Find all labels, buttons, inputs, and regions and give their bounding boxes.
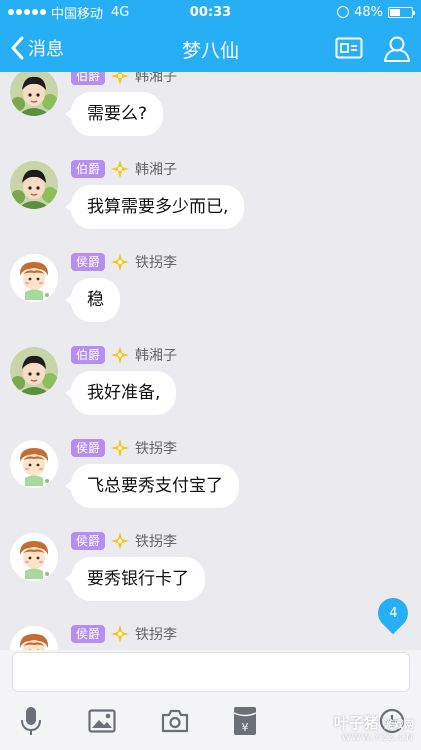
camera-button[interactable]: [157, 705, 193, 737]
avatar[interactable]: [10, 72, 58, 116]
diamond-star-icon: [111, 346, 130, 364]
diamond-star-icon: [111, 532, 130, 550]
rank-badge: 伯爵: [71, 160, 106, 178]
avatar[interactable]: [10, 161, 58, 209]
sender-name: 韩湘子: [135, 348, 178, 364]
message-meta: 伯爵 韩湘子: [71, 72, 177, 86]
image-icon: [88, 709, 116, 733]
id-card-icon: [335, 37, 363, 59]
image-button[interactable]: [84, 705, 120, 737]
chevron-left-icon: [11, 36, 24, 60]
diamond-star-icon: [111, 253, 130, 271]
message-meta: 侯爵 铁拐李: [71, 438, 177, 458]
rank-badge: 侯爵: [71, 532, 106, 550]
sender-name: 韩湘子: [135, 162, 178, 178]
diamond-star-icon: [111, 72, 130, 85]
message-item: 侯爵 铁拐李 飞总要秀支付宝了: [0, 438, 421, 524]
rank-badge: 伯爵: [71, 72, 106, 85]
signal-icon: [8, 9, 46, 15]
sender-name: 铁拐李: [135, 255, 178, 271]
message-bubble[interactable]: 要秀银行卡了: [65, 557, 205, 601]
message-item: 侯爵 铁拐李 要秀银行卡了: [0, 531, 421, 617]
red-packet-icon: ¥: [233, 707, 257, 735]
watermark-sub: 游戏网: [384, 720, 414, 731]
rank-badge: 伯爵: [71, 346, 106, 364]
site-watermark: 叶子猪 游戏网 WWW.YZZ.CN: [302, 712, 414, 748]
person-icon: [384, 36, 410, 62]
message-meta: 伯爵 韩湘子: [71, 345, 177, 365]
back-label: 消息: [28, 39, 64, 60]
red-packet-button[interactable]: ¥: [227, 705, 263, 737]
microphone-icon: [21, 707, 41, 735]
message-input[interactable]: [12, 652, 410, 692]
navbar: 消息 梦八仙: [0, 24, 421, 72]
message-meta: 侯爵 铁拐李: [71, 252, 177, 272]
diamond-star-icon: [111, 160, 130, 178]
message-bubble[interactable]: 我好准备,: [64, 371, 177, 415]
avatar[interactable]: [10, 254, 58, 302]
rank-badge: 侯爵: [71, 253, 106, 271]
carrier-label: 中国移动: [51, 6, 104, 22]
camera-icon: [161, 709, 189, 733]
rank-badge: 侯爵: [71, 439, 106, 457]
rank-badge: 侯爵: [71, 625, 106, 643]
header: 中国移动 4G 00:33 48% 消息 梦八仙: [0, 0, 421, 72]
microphone-button[interactable]: [13, 705, 49, 737]
status-bar: 中国移动 4G 00:33 48%: [0, 0, 421, 24]
message-bubble[interactable]: 飞总要秀支付宝了: [65, 464, 239, 508]
message-item: 侯爵 铁拐李: [0, 624, 421, 650]
chat-list[interactable]: 伯爵 韩湘子 需要么? 伯爵 韩湘子 我算需要多少而已, 侯爵 铁拐李 稳 伯爵…: [0, 72, 421, 650]
svg-text:¥: ¥: [242, 721, 249, 734]
message-bubble[interactable]: 需要么?: [64, 92, 164, 136]
sender-name: 铁拐李: [135, 534, 178, 550]
watermark-url: WWW.YZZ.CN: [341, 733, 414, 743]
sender-name: 铁拐李: [135, 441, 178, 457]
group-profile-button[interactable]: [333, 32, 365, 64]
battery-percent: 48%: [354, 4, 383, 20]
avatar[interactable]: [10, 533, 58, 581]
back-button[interactable]: 消息: [10, 34, 64, 62]
network-label: 4G: [111, 4, 130, 20]
message-bubble[interactable]: 我算需要多少而已,: [64, 185, 245, 229]
battery-icon: [388, 6, 415, 18]
message-meta: 侯爵 铁拐李: [71, 531, 177, 551]
message-item: 伯爵 韩湘子 需要么?: [0, 72, 421, 152]
sender-name: 铁拐李: [135, 627, 178, 643]
avatar[interactable]: [10, 347, 58, 395]
sender-name: 韩湘子: [135, 72, 178, 85]
watermark-main: 叶子猪: [333, 714, 379, 732]
diamond-star-icon: [111, 625, 130, 643]
message-meta: 侯爵 铁拐李: [71, 624, 177, 644]
orientation-lock-icon: [337, 6, 350, 18]
message-bubble[interactable]: 稳: [65, 278, 120, 322]
message-item: 侯爵 铁拐李 稳: [0, 252, 421, 338]
message-item: 伯爵 韩湘子 我算需要多少而已,: [0, 159, 421, 245]
message-meta: 伯爵 韩湘子: [71, 159, 177, 179]
message-item: 伯爵 韩湘子 我好准备,: [0, 345, 421, 431]
avatar[interactable]: [10, 626, 58, 650]
diamond-star-icon: [111, 439, 130, 457]
avatar[interactable]: [10, 440, 58, 488]
group-members-button[interactable]: [381, 32, 413, 64]
